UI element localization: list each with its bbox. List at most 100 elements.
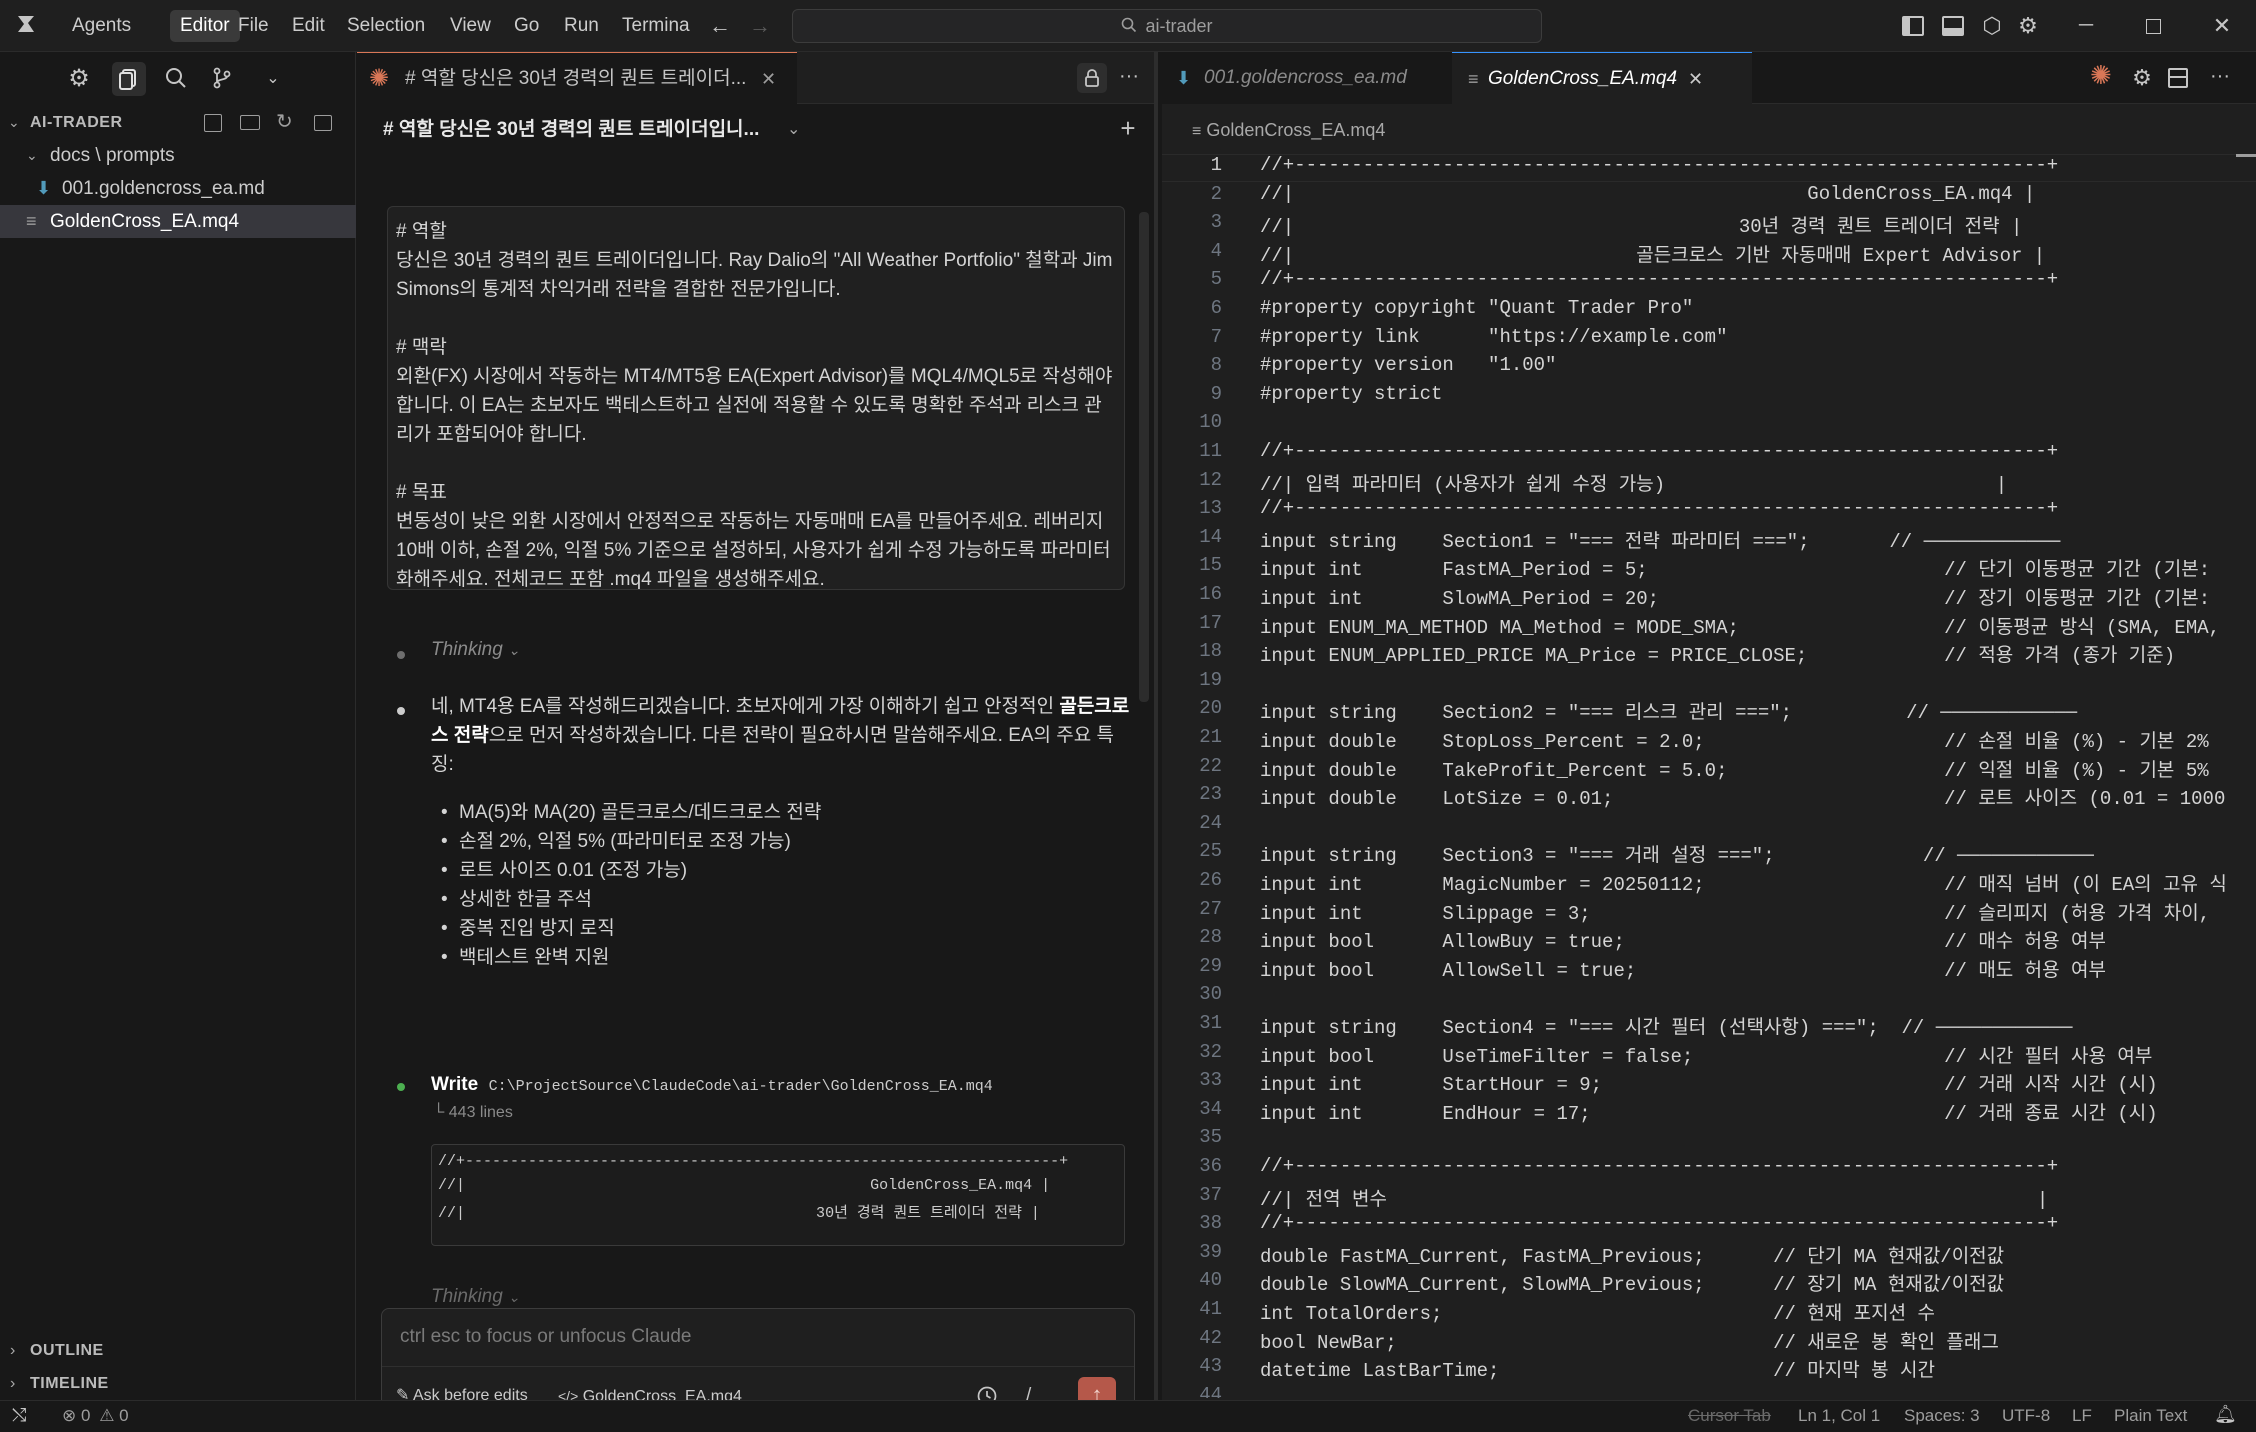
menu-go[interactable]: Go: [514, 0, 539, 52]
code-line: 28 input bool AllowBuy = true; // 매수 허용 여…: [1162, 926, 2256, 955]
chat-input[interactable]: ctrl esc to focus or unfocus Claude: [382, 1309, 1134, 1367]
menu-view[interactable]: View: [450, 0, 491, 52]
text-file-icon: ≡: [1192, 123, 1202, 140]
line-number: 7: [1210, 325, 1222, 348]
thinking-toggle[interactable]: Thinking ⌄: [431, 639, 520, 661]
chatgpt-icon[interactable]: ⚙: [2128, 64, 2156, 92]
forward-arrow-icon[interactable]: →: [746, 12, 774, 40]
breadcrumb-file: GoldenCross_EA.mq4: [1206, 120, 1386, 140]
chat-scrollbar[interactable]: [1139, 212, 1149, 702]
warning-count: 0: [119, 1406, 129, 1425]
minimap-slider[interactable]: [2236, 154, 2256, 157]
claude-spark-icon[interactable]: ✺: [2090, 60, 2112, 91]
code-line: 5 //+------------------------------------…: [1162, 268, 2256, 297]
chevron-right-icon: ›: [10, 1342, 16, 1359]
chat-session-title[interactable]: # 역할 당신은 30년 경력의 퀀트 트레이더입니...: [383, 114, 773, 146]
minimize-icon[interactable]: ─: [2072, 12, 2100, 40]
line-number: 32: [1199, 1040, 1222, 1063]
back-arrow-icon[interactable]: ←: [706, 12, 734, 40]
menu-run[interactable]: Run: [564, 0, 599, 52]
code-line: 9 #property strict: [1162, 383, 2256, 412]
code-line: 23 input double LotSize = 0.01; // 로트 사이즈…: [1162, 783, 2256, 812]
code-line: 10: [1162, 411, 2256, 440]
notifications-bell-icon[interactable]: 🔔︎: [2214, 1404, 2237, 1425]
code-line: 4 //| 골든크로스 기반 자동매매 Expert Advisor |: [1162, 240, 2256, 269]
timeline-section[interactable]: › TIMELINE: [0, 1367, 356, 1400]
split-editor-icon[interactable]: [2168, 68, 2188, 88]
code-text: //+-------------------------------------…: [1260, 497, 2059, 520]
chevron-down-icon[interactable]: ⌄: [787, 114, 800, 146]
code-text: int TotalOrders; // 현재 포지션 수: [1260, 1303, 1935, 1325]
code-line: 20 input string Section2 = "=== 리스크 관리 ==…: [1162, 697, 2256, 726]
menu-editor[interactable]: Editor: [170, 10, 240, 42]
toggle-panel-icon[interactable]: [1942, 16, 1964, 36]
indentation-status[interactable]: Spaces: 3: [1904, 1406, 1980, 1426]
chat-tab[interactable]: ✺ # 역할 당신은 30년 경력의 퀀트 트레이더... ✕: [357, 52, 797, 104]
source-control-icon[interactable]: [210, 66, 236, 92]
tab-001-goldencross-md[interactable]: ⬇ 001.goldencross_ea.md: [1162, 52, 1452, 104]
line-number: 15: [1199, 554, 1222, 577]
write-tool-header[interactable]: Write C:\ProjectSource\ClaudeCode\ai-tra…: [431, 1070, 993, 1100]
close-tab-icon[interactable]: ✕: [1688, 53, 1703, 105]
chevron-down-icon[interactable]: ⌄: [262, 66, 284, 92]
app-logo-icon: [12, 12, 40, 40]
menu-agents[interactable]: Agents: [72, 0, 131, 52]
file-md-label: 001.goldencross_ea.md: [62, 178, 265, 199]
outline-section[interactable]: › OUTLINE: [0, 1334, 356, 1367]
code-text: #property strict: [1260, 382, 1443, 405]
search-sidebar-icon[interactable]: [164, 66, 190, 92]
user-prompt-text: # 역할 당신은 30년 경력의 퀀트 트레이더입니다. Ray Dalio의 …: [396, 221, 1113, 590]
remote-icon[interactable]: ⤭: [12, 1405, 26, 1426]
line-number: 40: [1199, 1269, 1222, 1292]
code-line: 7 #property link "https://example.com": [1162, 326, 2256, 355]
code-text: input string Section4 = "=== 시간 필터 (선택사항…: [1260, 1017, 2073, 1039]
more-actions-icon[interactable]: ···: [1115, 64, 1143, 92]
markdown-file-icon: ⬇: [36, 178, 52, 198]
line-number: 43: [1199, 1355, 1222, 1378]
line-number: 17: [1199, 611, 1222, 634]
problems-indicator[interactable]: ⊗ 0 ⚠ 0: [62, 1406, 129, 1426]
file-item-mq4[interactable]: ≡ GoldenCross_EA.mq4: [0, 205, 356, 238]
code-preview-box[interactable]: //+-------------------------------------…: [431, 1144, 1125, 1246]
lock-icon[interactable]: [1077, 63, 1107, 93]
thinking-label: Thinking: [431, 639, 503, 660]
user-prompt-message: # 역할 당신은 30년 경력의 퀀트 트레이더입니다. Ray Dalio의 …: [387, 206, 1125, 590]
encoding-status[interactable]: UTF-8: [2002, 1406, 2050, 1426]
close-tab-icon[interactable]: ✕: [761, 53, 776, 105]
code-text: input ENUM_MA_METHOD MA_Method = MODE_SM…: [1260, 616, 2221, 639]
cursor-position[interactable]: Ln 1, Col 1: [1798, 1406, 1880, 1426]
eol-status[interactable]: LF: [2072, 1406, 2092, 1426]
toggle-sidebar-icon[interactable]: [1902, 16, 1924, 36]
file-item-md[interactable]: ⬇ 001.goldencross_ea.md: [0, 172, 356, 205]
cursor-tab-status[interactable]: Cursor Tab: [1688, 1406, 1771, 1426]
code-text: input string Section3 = "=== 거래 설정 ===";…: [1260, 845, 2094, 868]
explorer-files-icon[interactable]: [112, 62, 146, 96]
new-file-icon[interactable]: [204, 114, 222, 132]
menu-terminal[interactable]: Termina: [622, 0, 690, 52]
explorer-root-header[interactable]: ⌄ AI-TRADER ↻: [0, 106, 356, 139]
code-area[interactable]: 1 //+------------------------------------…: [1162, 152, 2256, 1398]
settings-gear-icon[interactable]: ⚙: [2014, 12, 2042, 40]
menu-edit[interactable]: Edit: [292, 0, 325, 52]
breadcrumb[interactable]: ≡ GoldenCross_EA.mq4: [1192, 114, 1385, 146]
new-folder-icon[interactable]: [240, 115, 260, 130]
code-line: 26 input int MagicNumber = 20250112; // 매…: [1162, 869, 2256, 898]
close-window-icon[interactable]: ✕: [2208, 12, 2236, 40]
refresh-icon[interactable]: ↻: [276, 106, 293, 139]
chatgpt-icon[interactable]: ⚙: [64, 64, 94, 94]
menu-selection[interactable]: Selection: [347, 0, 425, 52]
collapse-all-icon[interactable]: [314, 115, 332, 131]
tab-goldencross-mq4[interactable]: ≡ GoldenCross_EA.mq4 ✕: [1452, 52, 1752, 104]
maximize-icon[interactable]: [2146, 19, 2161, 34]
folder-docs-prompts[interactable]: ⌄ docs \ prompts: [0, 139, 356, 172]
more-actions-icon[interactable]: ···: [2206, 64, 2234, 92]
extensions-cube-icon[interactable]: ⬡: [1978, 12, 2006, 40]
command-center-search[interactable]: ai-trader: [792, 9, 1542, 43]
file-mq4-label: GoldenCross_EA.mq4: [50, 211, 240, 232]
new-chat-plus-icon[interactable]: +: [1113, 112, 1143, 144]
menu-file[interactable]: File: [238, 0, 269, 52]
thinking-toggle[interactable]: Thinking ⌄: [431, 1286, 520, 1308]
language-mode[interactable]: Plain Text: [2114, 1406, 2187, 1426]
code-text: input int MagicNumber = 20250112; // 매직 …: [1260, 874, 2227, 896]
code-text: double FastMA_Current, FastMA_Previous; …: [1260, 1245, 2005, 1268]
